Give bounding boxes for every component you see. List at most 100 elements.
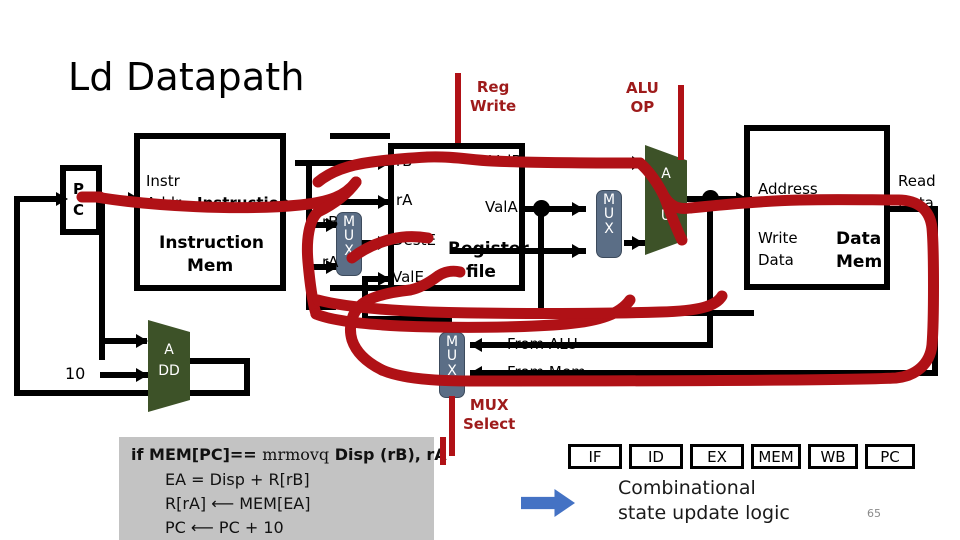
- arrowhead-wbmux-fromalu: [470, 338, 482, 352]
- stage-label-pc: PC: [880, 447, 900, 466]
- wbmux-from-alu-label: From ALU: [507, 335, 578, 353]
- code-line-1: if MEM[PC]== mrmovq Disp (rB), rA: [131, 445, 447, 464]
- reg-write-control-label: Reg Write: [470, 78, 516, 116]
- stage-label-id: ID: [648, 447, 664, 466]
- data-mem-name-line1: Data: [836, 229, 882, 249]
- arrowhead-alu-top: [632, 156, 644, 170]
- stage-box-id[interactable]: ID: [629, 444, 683, 469]
- data-mem-readdata-line1: Read: [898, 172, 936, 190]
- decode-D-label: D: [322, 295, 334, 313]
- code-line-3: R[rA] ⟵ MEM[EA]: [165, 494, 311, 513]
- alu-op-control-label: ALU OP: [626, 79, 659, 117]
- alu-label-line2: L: [662, 187, 670, 203]
- wire-pc-feedback-top: [14, 196, 60, 202]
- wb-mux-line1: M: [445, 334, 459, 350]
- code-line1-suffix: Disp (rB), rA: [329, 445, 447, 464]
- regfile-out-valB-label: ValB: [489, 152, 522, 170]
- wire-imem-out: [295, 160, 335, 166]
- stage-box-ex[interactable]: EX: [690, 444, 744, 469]
- wire-valE-path-horz: [362, 316, 452, 322]
- wire-valA-to-writedata: [538, 310, 754, 316]
- wire-instr-bus-vert: [306, 160, 312, 310]
- wire-adder-out-vert: [244, 358, 250, 396]
- data-mem-writedata-line2: Data: [758, 251, 794, 269]
- wbmux-from-mem-label: From Mem: [507, 363, 586, 381]
- alu-mux-line3: X: [604, 220, 614, 237]
- regfile-out-valA-label: ValA: [485, 198, 518, 216]
- stage-box-wb[interactable]: WB: [808, 444, 858, 469]
- arrowhead-alumux-bottom: [572, 244, 584, 258]
- arrowhead-alu-bottom: [632, 236, 644, 250]
- regfile-in-destE-label: DestE: [392, 231, 436, 249]
- regfile-in-valE-label: ValE: [392, 268, 424, 286]
- combinational-caption-line1: Combinational: [618, 477, 756, 499]
- wire-adder-out-horz: [188, 358, 250, 364]
- reg-write-control-line: [455, 73, 461, 143]
- decode-rA-label: rA: [322, 253, 339, 271]
- mux-select-control-label: MUX Select: [463, 396, 515, 434]
- wire-pc-feedback-bottom: [14, 390, 250, 396]
- wire-aluout-down: [707, 196, 713, 348]
- instr-addr-label-line2: Addr: [146, 194, 182, 212]
- wb-mux-line3: X: [447, 362, 457, 379]
- instruction-output-label: Instruction: [197, 194, 290, 212]
- arrowhead-alumux-top: [572, 202, 584, 216]
- wire-valA-down: [538, 206, 544, 316]
- writeback-mux: M U X: [439, 332, 465, 398]
- register-file-name-line1: Register: [448, 239, 529, 259]
- code-line1-mnemonic: mrmovq: [262, 445, 330, 464]
- combinational-logic-caption: Combinational state update logic: [618, 476, 790, 526]
- decode-mux-line2: U: [343, 228, 355, 245]
- alu-label-line3: U: [660, 208, 672, 224]
- stage-label-ex: EX: [707, 447, 727, 466]
- stage-label-mem: MEM: [758, 447, 794, 466]
- code-line1-prefix: if MEM[PC]==: [131, 445, 263, 464]
- pc-label-line2: C: [73, 201, 85, 219]
- code-block-red-bar: [440, 437, 446, 465]
- page-number: 65: [867, 507, 881, 520]
- adder-unit: A DD: [148, 320, 190, 412]
- instruction-mem-name-line1: Instruction: [159, 233, 264, 253]
- instr-addr-label-line1: Instr: [146, 172, 180, 190]
- data-mem-writedata-line1: Write: [758, 229, 798, 247]
- arrowhead-adder-in-top: [136, 334, 148, 348]
- combinational-caption-line2: state update logic: [618, 502, 790, 525]
- arrowhead-wbmux-frommem: [470, 366, 482, 380]
- wire-readdata-vert: [932, 206, 938, 376]
- page-title: Ld Datapath: [68, 55, 305, 99]
- alu-op-label-line2: OP: [630, 97, 655, 116]
- alu-input-mux: M U X: [596, 190, 622, 258]
- instruction-semantics-block: if MEM[PC]== mrmovq Disp (rB), rA EA = D…: [119, 437, 447, 540]
- wb-mux-line2: U: [446, 348, 458, 365]
- data-mem-readdata-line2: Data: [898, 194, 934, 212]
- mux-select-label-line1: MUX: [469, 396, 509, 414]
- alu-unit: A L U: [645, 145, 687, 255]
- alu-mux-line1: M: [602, 192, 616, 208]
- reg-write-label-line2: Write: [470, 96, 517, 115]
- reg-write-label-line1: Reg: [476, 78, 510, 96]
- stage-box-if[interactable]: IF: [568, 444, 622, 469]
- data-mem-name-line2: Mem: [836, 252, 883, 272]
- mux-select-control-line: [449, 396, 455, 456]
- arrowhead-adder-in-bottom: [136, 368, 148, 382]
- adder-label-line1: A: [164, 342, 174, 358]
- stage-box-mem[interactable]: MEM: [751, 444, 801, 469]
- alu-op-label-line1: ALU: [626, 79, 659, 97]
- decode-mux-line3: X: [344, 242, 354, 259]
- pc-register: [60, 165, 102, 235]
- adder-constant-label: 10: [65, 364, 86, 383]
- regfile-in-rB-label: rB: [396, 152, 413, 170]
- register-file-name-line2: file: [466, 262, 496, 282]
- alu-label-line1: A: [661, 166, 671, 182]
- code-line-4: PC ⟵ PC + 10: [165, 518, 284, 537]
- regfile-in-rA-label: rA: [396, 191, 413, 209]
- alu-mux-line2: U: [603, 206, 615, 223]
- alu-op-control-line: [678, 85, 684, 160]
- instruction-mem-name-line2: Mem: [187, 256, 234, 276]
- pipeline-stage-row: IF ID EX MEM WB PC: [568, 444, 915, 469]
- wire-pc-feedback-vertical: [14, 196, 20, 396]
- wire-valB-out: [524, 160, 648, 166]
- pc-label-line1: P: [73, 180, 84, 198]
- data-mem-address-label: Address: [758, 180, 818, 198]
- stage-box-pc[interactable]: PC: [865, 444, 915, 469]
